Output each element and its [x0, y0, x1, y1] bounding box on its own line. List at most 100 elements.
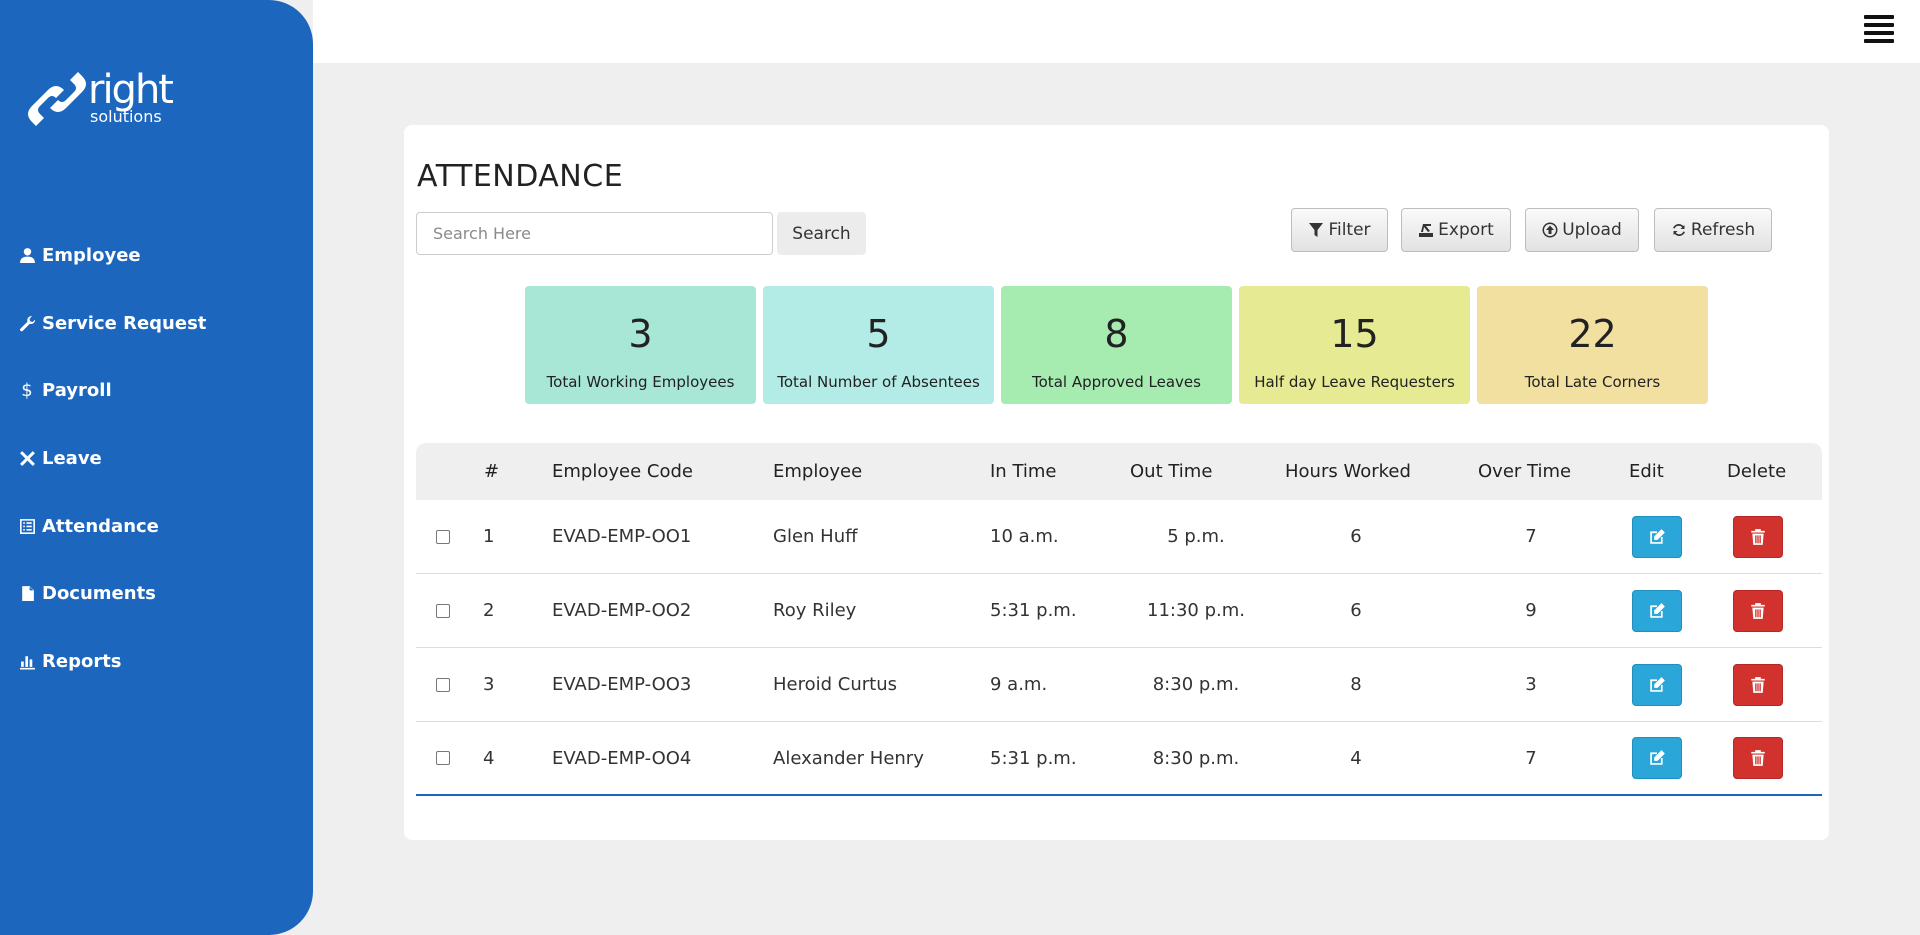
export-button-label: Export — [1438, 220, 1494, 240]
table-header: # Employee Code Employee In Time Out Tim… — [416, 443, 1822, 500]
top-bar — [313, 0, 1920, 63]
edit-icon — [1650, 750, 1665, 765]
edit-icon — [1650, 602, 1665, 618]
dollar-icon: $ — [21, 380, 33, 402]
bar-chart-icon — [18, 652, 36, 670]
row-checkbox[interactable] — [436, 677, 450, 692]
row-employee: Alexander Henry — [773, 747, 924, 769]
logo-subword: solutions — [90, 107, 162, 126]
delete-button[interactable] — [1733, 663, 1783, 706]
sidebar-item-reports[interactable]: Reports — [0, 628, 313, 696]
row-employee: Roy Riley — [773, 600, 857, 621]
table-row: 1 EVAD-EMP-OO1 Glen Huff 10 a.m. 5 p.m. … — [416, 500, 1822, 574]
stat-total-working-employees: 3 Total Working Employees — [525, 286, 756, 404]
sidebar-item-label: Employee — [42, 245, 141, 267]
row-checkbox[interactable] — [436, 603, 450, 618]
header-over-time: Over Time — [1478, 461, 1572, 482]
row-employee-code: EVAD-EMP-OO1 — [552, 526, 692, 547]
header-employee: Employee — [773, 461, 863, 482]
trash-icon — [1751, 750, 1765, 766]
refresh-button[interactable]: Refresh — [1654, 208, 1772, 252]
export-button[interactable]: Export — [1401, 208, 1511, 252]
edit-button[interactable] — [1632, 515, 1682, 558]
row-number: 3 — [483, 674, 495, 695]
sidebar-item-label: Documents — [42, 583, 156, 605]
upload-button[interactable]: Upload — [1525, 208, 1639, 252]
row-out-time: 8:30 p.m. — [1152, 747, 1240, 769]
refresh-button-label: Refresh — [1690, 220, 1756, 240]
sidebar-item-leave[interactable]: Leave — [0, 425, 313, 493]
table-row: 4 EVAD-EMP-OO4 Alexander Henry 5:31 p.m.… — [416, 722, 1822, 796]
delete-button[interactable] — [1733, 515, 1783, 558]
sidebar-item-label: Attendance — [42, 515, 159, 537]
row-in-time: 5:31 p.m. — [990, 600, 1077, 621]
row-employee-code: EVAD-EMP-OO2 — [552, 600, 692, 621]
stat-label: Total Late Corners — [1524, 373, 1661, 391]
trash-icon — [1751, 528, 1765, 545]
header-number: # — [484, 461, 500, 482]
sidebar-item-attendance[interactable]: Attendance — [0, 492, 313, 560]
logo-mark-icon — [28, 72, 86, 126]
filter-icon — [1308, 222, 1324, 238]
header-out-time: Out Time — [1130, 461, 1213, 482]
stat-value: 22 — [1568, 312, 1617, 356]
row-number: 1 — [483, 526, 495, 547]
edit-icon — [1650, 676, 1665, 692]
search-button[interactable]: Search — [777, 212, 866, 255]
trash-icon — [1751, 602, 1765, 619]
row-employee-code: EVAD-EMP-OO3 — [552, 674, 692, 695]
stat-total-late-corners: 22 Total Late Corners — [1477, 286, 1708, 404]
table-row: 2 EVAD-EMP-OO2 Roy Riley 5:31 p.m. 11:30… — [416, 574, 1822, 648]
header-delete: Delete — [1727, 461, 1787, 482]
list-icon — [18, 517, 36, 535]
search-input[interactable] — [416, 212, 773, 255]
upload-icon — [1542, 222, 1558, 238]
file-icon — [18, 585, 36, 603]
delete-button[interactable] — [1733, 737, 1783, 779]
row-out-time: 11:30 p.m. — [1147, 600, 1245, 621]
filter-button[interactable]: Filter — [1291, 208, 1388, 252]
row-over-time: 3 — [1525, 674, 1537, 695]
stat-label: Half day Leave Requesters — [1254, 373, 1455, 391]
row-number: 2 — [483, 600, 495, 621]
sidebar-item-documents[interactable]: Documents — [0, 560, 313, 628]
row-in-time: 10 a.m. — [990, 526, 1059, 547]
row-checkbox[interactable] — [436, 751, 450, 765]
stat-total-absentees: 5 Total Number of Absentees — [763, 286, 994, 404]
sidebar-item-label: Payroll — [42, 380, 112, 402]
table-row: 3 EVAD-EMP-OO3 Heroid Curtus 9 a.m. 8:30… — [416, 648, 1822, 722]
delete-button[interactable] — [1733, 589, 1783, 632]
sidebar: right solutions Employee Service Request… — [0, 0, 313, 935]
row-hours-worked: 6 — [1350, 600, 1362, 621]
row-checkbox[interactable] — [436, 529, 450, 544]
close-icon — [18, 450, 36, 468]
stat-value: 3 — [628, 312, 653, 356]
header-in-time: In Time — [990, 461, 1057, 482]
sidebar-item-employee[interactable]: Employee — [0, 222, 313, 290]
edit-button[interactable] — [1632, 737, 1682, 779]
sidebar-nav: Employee Service Request $ Payroll Leave… — [0, 222, 313, 695]
sidebar-item-service-request[interactable]: Service Request — [0, 290, 313, 358]
filter-button-label: Filter — [1328, 220, 1371, 240]
logo[interactable]: right solutions — [26, 68, 186, 130]
export-icon — [1418, 222, 1434, 238]
stat-total-approved-leaves: 8 Total Approved Leaves — [1001, 286, 1232, 404]
edit-button[interactable] — [1632, 589, 1682, 632]
wrench-icon — [18, 314, 36, 332]
row-employee: Heroid Curtus — [773, 674, 897, 695]
row-over-time: 7 — [1525, 747, 1537, 769]
row-in-time: 5:31 p.m. — [990, 747, 1077, 769]
row-out-time: 8:30 p.m. — [1152, 674, 1240, 695]
stat-value: 5 — [866, 312, 891, 356]
sidebar-item-payroll[interactable]: $ Payroll — [0, 357, 313, 425]
header-hours-worked: Hours Worked — [1285, 461, 1411, 482]
upload-button-label: Upload — [1562, 220, 1622, 240]
menu-icon[interactable] — [1864, 15, 1894, 43]
user-icon — [18, 247, 36, 265]
edit-icon — [1650, 528, 1665, 544]
edit-button[interactable] — [1632, 663, 1682, 706]
sidebar-item-label: Reports — [42, 650, 122, 672]
refresh-icon — [1671, 222, 1687, 238]
stat-half-day-leave-requesters: 15 Half day Leave Requesters — [1239, 286, 1470, 404]
row-over-time: 9 — [1525, 600, 1537, 621]
